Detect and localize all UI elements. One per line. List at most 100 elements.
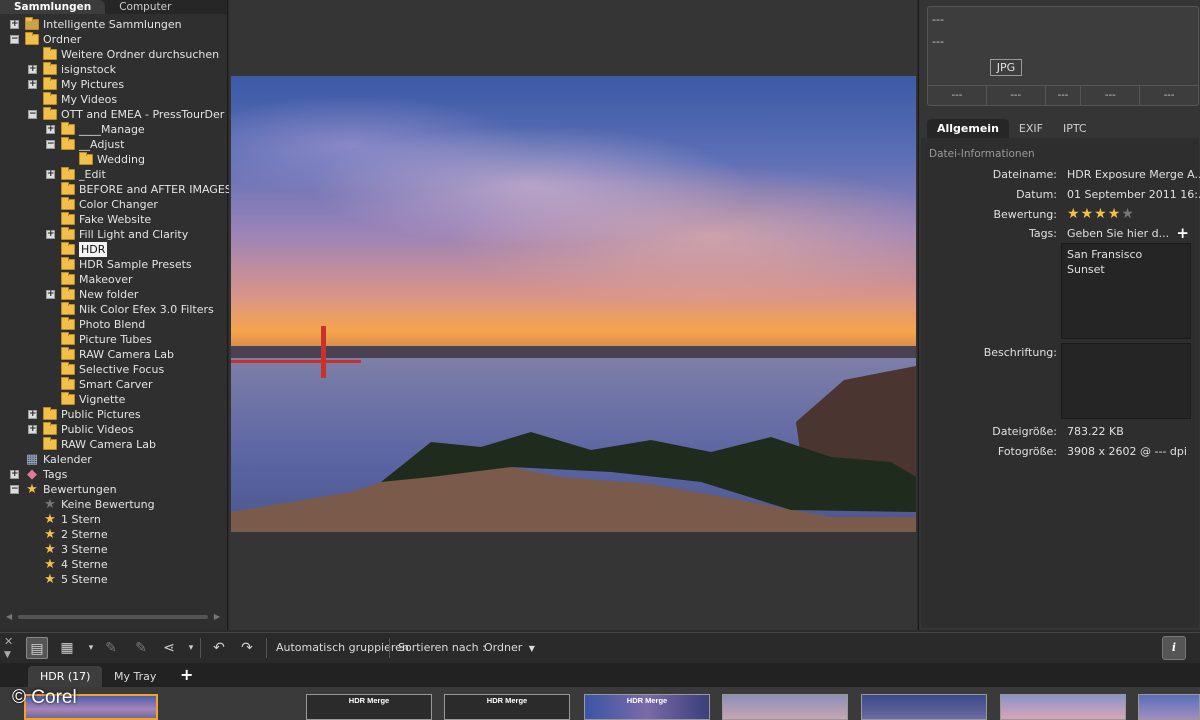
add-tray-icon[interactable]: + xyxy=(180,665,193,684)
tree-item[interactable]: − Ordner xyxy=(10,32,81,47)
view-dropdown-chevron-icon[interactable]: ▾ xyxy=(80,637,102,659)
preview-photo[interactable] xyxy=(231,76,916,532)
scroll-left-arrow-icon[interactable]: ◀ xyxy=(6,612,12,621)
tree-item[interactable]: ★ 2 Sterne xyxy=(28,527,107,542)
collapse-icon[interactable]: − xyxy=(10,35,19,44)
tree-item[interactable]: + isignstock xyxy=(28,62,116,77)
share-icon[interactable]: ⋖ xyxy=(158,637,180,659)
thumbnail[interactable]: HDR Merge xyxy=(444,694,570,720)
rotate-left-icon[interactable]: ↶ xyxy=(208,637,230,659)
tree-item[interactable]: Photo Blend xyxy=(46,317,145,332)
tab-computer[interactable]: Computer xyxy=(105,0,185,14)
expand-icon[interactable]: + xyxy=(10,20,19,29)
expand-icon[interactable]: + xyxy=(46,125,55,134)
rating-star-icon[interactable]: ★ xyxy=(1081,206,1095,222)
tree-item[interactable]: + Fill Light and Clarity xyxy=(46,227,188,242)
tree-item-label: 3 Sterne xyxy=(61,543,108,556)
expand-icon[interactable]: + xyxy=(28,65,37,74)
tree-item[interactable]: + Public Pictures xyxy=(28,407,141,422)
tree-item[interactable]: + _Edit xyxy=(46,167,106,182)
tag-list[interactable]: San Fransisco Sunset xyxy=(1061,243,1191,339)
brush-icon[interactable]: ✎ xyxy=(100,637,122,659)
details-view-icon[interactable]: ▦ xyxy=(56,637,78,659)
tree-item[interactable]: − ★ Bewertungen xyxy=(10,482,117,497)
tree-item[interactable]: − __Adjust xyxy=(46,137,124,152)
tree-item[interactable]: Vignette xyxy=(46,392,125,407)
thumbnail[interactable] xyxy=(1000,694,1126,720)
rating-star-icon[interactable]: ★ xyxy=(1067,206,1081,222)
tree-item[interactable]: RAW Camera Lab xyxy=(28,437,156,452)
collapse-icon[interactable]: − xyxy=(46,140,55,149)
tree-item[interactable]: + ____Manage xyxy=(46,122,145,137)
tree-item[interactable]: + New folder xyxy=(46,287,138,302)
tab-iptc[interactable]: IPTC xyxy=(1053,119,1097,138)
info-icon[interactable]: i xyxy=(1162,636,1186,660)
rating-star-icon[interactable]: ★ xyxy=(1108,206,1122,222)
tab-exif[interactable]: EXIF xyxy=(1009,119,1053,138)
tree-item[interactable]: Fake Website xyxy=(46,212,151,227)
tree-item[interactable]: ★ Keine Bewertung xyxy=(28,497,154,512)
filesize-value: 783.22 KB xyxy=(1067,425,1124,438)
expand-icon[interactable]: + xyxy=(46,290,55,299)
tree-item[interactable]: Smart Carver xyxy=(46,377,153,392)
tree-item[interactable]: RAW Camera Lab xyxy=(46,347,174,362)
collapse-icon[interactable]: − xyxy=(10,485,19,494)
pin-icon[interactable]: ▼ xyxy=(4,650,11,660)
tree-item[interactable]: ★ 5 Sterne xyxy=(28,572,107,587)
tree-item[interactable]: Color Changer xyxy=(46,197,158,212)
thumbnail[interactable]: HDR Merge xyxy=(306,694,432,720)
tree-item[interactable]: Picture Tubes xyxy=(46,332,152,347)
tree-item[interactable]: ★ 3 Sterne xyxy=(28,542,108,557)
rating-stars[interactable]: ★★★★★ xyxy=(1067,206,1135,222)
tab-allgemein[interactable]: Allgemein xyxy=(927,119,1009,138)
expand-icon[interactable]: + xyxy=(10,470,19,479)
tree-item[interactable]: BEFORE and AFTER IMAGES xyxy=(46,182,232,197)
tree-item[interactable]: + Public Videos xyxy=(28,422,134,437)
rotate-right-icon[interactable]: ↷ xyxy=(236,637,258,659)
expand-icon[interactable]: + xyxy=(46,230,55,239)
tag-item[interactable]: Sunset xyxy=(1067,262,1185,277)
rating-star-icon[interactable]: ★ xyxy=(1094,206,1108,222)
filename-value[interactable]: HDR Exposure Merge A... xyxy=(1067,168,1200,181)
tree-item[interactable]: Selective Focus xyxy=(46,362,164,377)
tree-item[interactable]: Makeover xyxy=(46,272,133,287)
tree-item[interactable]: + Intelligente Sammlungen xyxy=(10,17,182,32)
sort-dropdown[interactable]: Ordner ▼ xyxy=(484,637,535,659)
tray-tab-hdr[interactable]: HDR (17) xyxy=(28,666,103,687)
thumbnail[interactable]: HDR Merge xyxy=(584,694,710,720)
collapse-icon[interactable]: − xyxy=(28,110,37,119)
tree-item[interactable]: + My Pictures xyxy=(28,77,124,92)
close-tray-icon[interactable]: ✕ xyxy=(4,635,13,648)
scrollbar-thumb[interactable] xyxy=(18,615,208,619)
tag-item[interactable]: San Fransisco xyxy=(1067,247,1185,262)
expand-icon[interactable]: + xyxy=(28,425,37,434)
tray-tab-my-tray[interactable]: My Tray xyxy=(102,666,168,687)
tree-item[interactable]: + ◆ Tags xyxy=(10,467,67,482)
tree-item[interactable]: My Videos xyxy=(28,92,117,107)
tree-item[interactable]: Nik Color Efex 3.0 Filters xyxy=(46,302,214,317)
expand-icon[interactable]: + xyxy=(28,410,37,419)
edit-icon[interactable]: ✎ xyxy=(130,637,152,659)
thumbnail[interactable] xyxy=(1138,694,1200,720)
add-tag-icon[interactable]: + xyxy=(1176,224,1189,242)
thumbnail[interactable] xyxy=(861,694,987,720)
tree-item[interactable]: ★ 4 Sterne xyxy=(28,557,107,572)
left-horizontal-scrollbar[interactable]: ◀ ▶ xyxy=(6,612,220,622)
thumbnail[interactable] xyxy=(722,694,848,720)
expand-icon[interactable]: + xyxy=(28,80,37,89)
tree-item[interactable]: ★ 1 Stern xyxy=(28,512,101,527)
filmstrip-view-icon[interactable]: ▤ xyxy=(26,637,48,659)
tree-item[interactable]: ▦ Kalender xyxy=(10,452,92,467)
expand-icon[interactable]: + xyxy=(46,170,55,179)
tree-item[interactable]: Weitere Ordner durchsuchen xyxy=(28,47,219,62)
tree-item[interactable]: Wedding xyxy=(64,152,145,167)
tree-item[interactable]: HDR xyxy=(46,242,108,257)
tree-item[interactable]: HDR Sample Presets xyxy=(46,257,192,272)
scroll-right-arrow-icon[interactable]: ▶ xyxy=(214,612,220,621)
share-dropdown-chevron-icon[interactable]: ▾ xyxy=(180,637,202,659)
rating-star-icon[interactable]: ★ xyxy=(1121,206,1135,222)
caption-field[interactable] xyxy=(1061,343,1191,419)
tags-input[interactable]: Geben Sie hier d... xyxy=(1067,227,1169,240)
tab-sammlungen[interactable]: Sammlungen xyxy=(0,0,106,14)
tree-item[interactable]: − OTT and EMEA - PressTourDer xyxy=(28,107,224,122)
